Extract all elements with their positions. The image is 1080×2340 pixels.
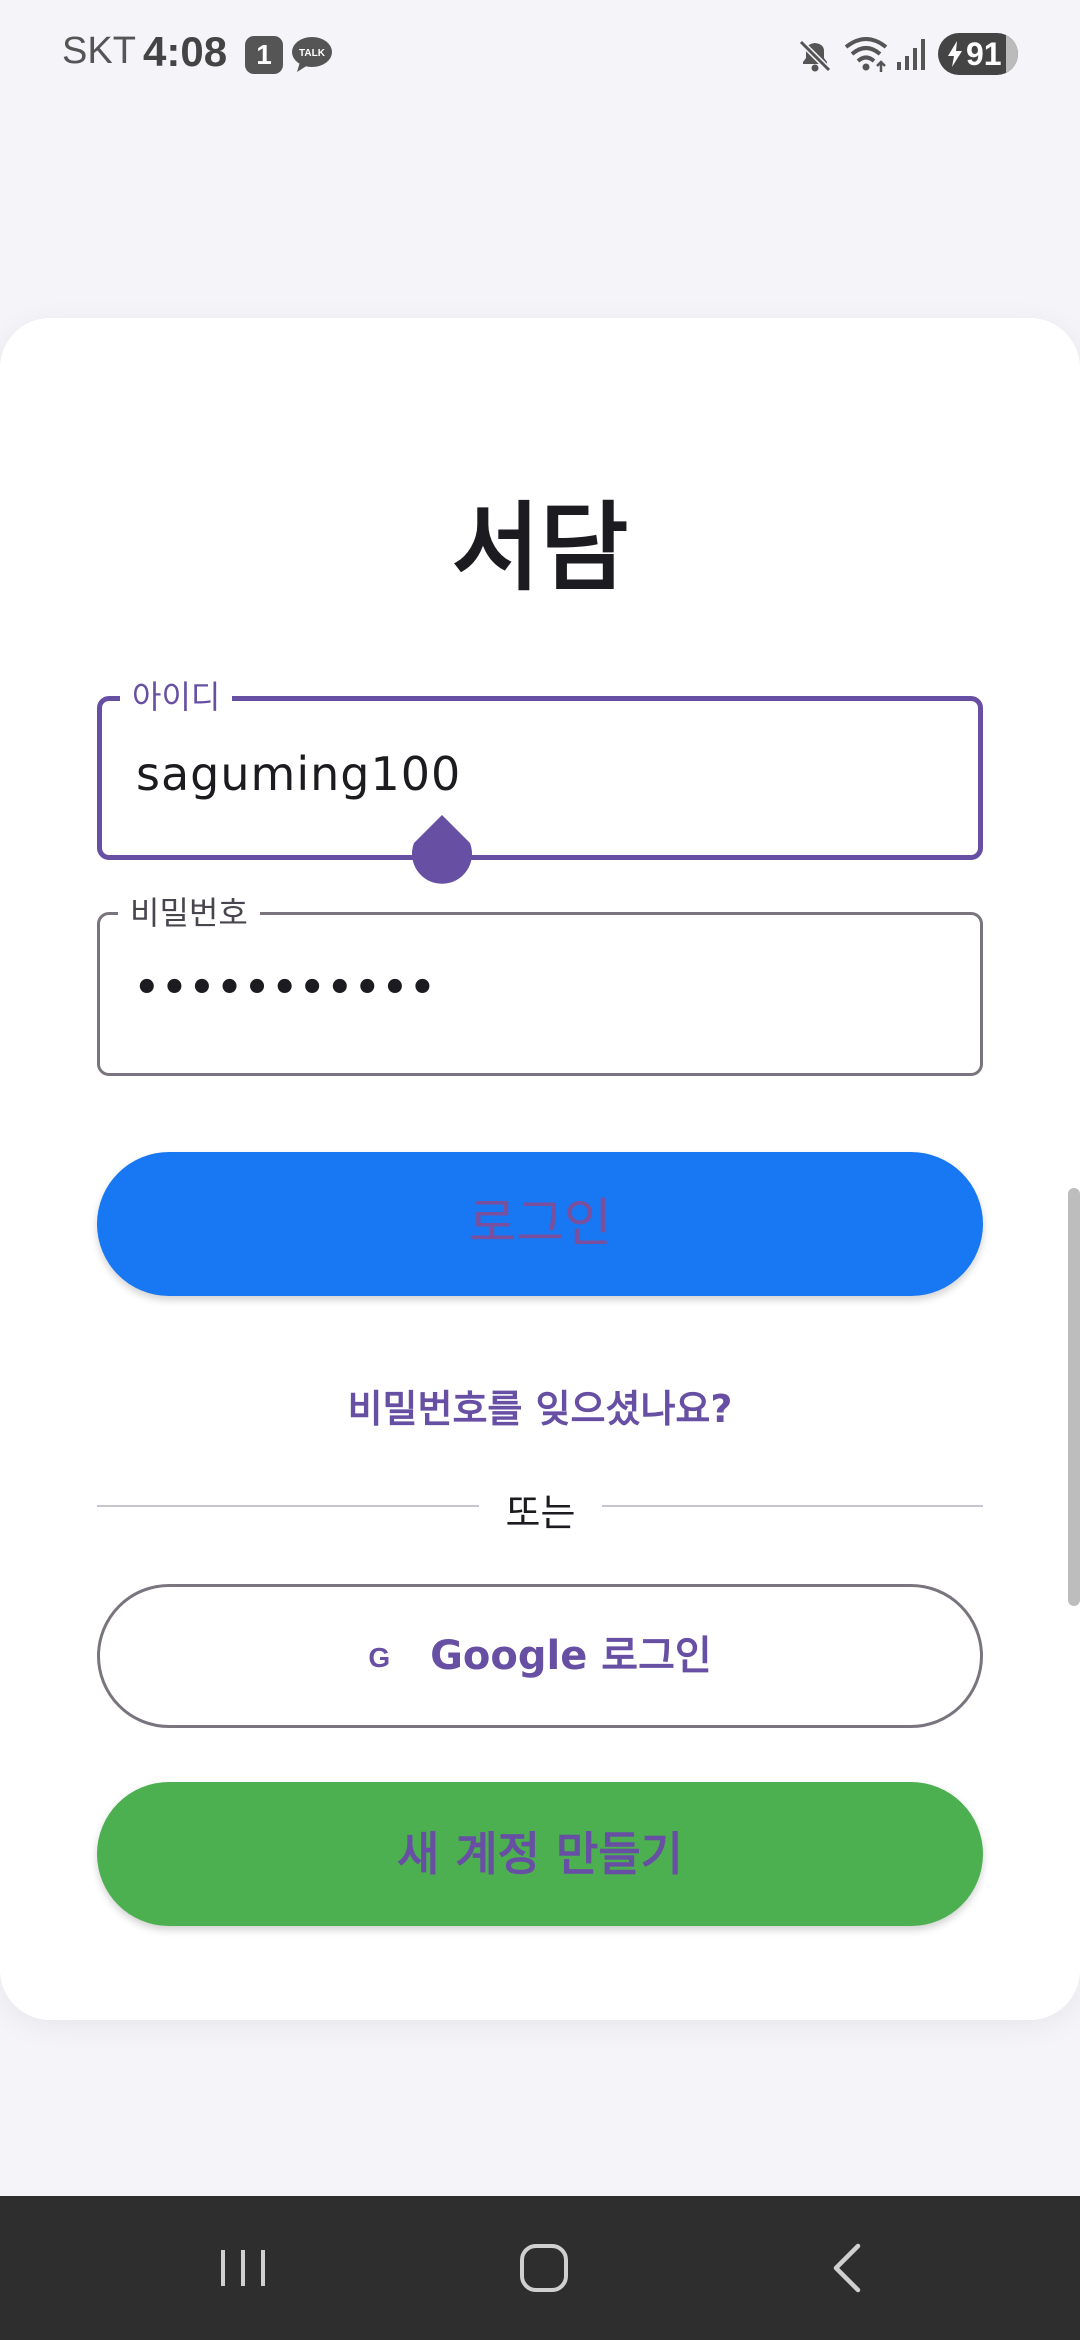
app-title: 서담 (451, 492, 629, 604)
google-login-button[interactable]: G Google 로그인 (97, 1584, 983, 1728)
create-account-button[interactable]: 새 계정 만들기 (97, 1782, 983, 1926)
id-field[interactable]: 아이디 saguming100 (97, 677, 983, 860)
password-field[interactable]: 비밀번호 ••••••••••• (97, 893, 983, 1076)
mute-icon (798, 39, 832, 73)
divider-or-text: 또는 (505, 1491, 576, 1535)
id-field-label: 아이디 (120, 677, 233, 717)
status-bar: SKT 4:08 1 TALK 91 (0, 0, 1080, 110)
password-field-label: 비밀번호 (118, 893, 260, 933)
kakaotalk-icon: TALK (292, 37, 332, 72)
google-icon: G (368, 1642, 391, 1673)
signal-icon (897, 39, 925, 70)
wifi-icon (844, 37, 888, 72)
battery-charging-icon (948, 41, 962, 67)
battery-empty-segment (1006, 33, 1018, 75)
login-screen: SKT 4:08 1 TALK 91 서담 아이디 saguming100 비밀… (0, 0, 1080, 2340)
text-cursor-handle[interactable] (410, 815, 474, 893)
status-time: 4:08 (143, 28, 228, 75)
id-input[interactable]: saguming100 (136, 747, 461, 801)
battery-indicator: 91 (938, 33, 1018, 75)
scrollbar[interactable] (1068, 1188, 1080, 1606)
recents-icon[interactable] (211, 2236, 275, 2300)
forgot-password-link[interactable]: 비밀번호를 잊으셨나요? (0, 1378, 1080, 1433)
battery-level: 91 (966, 36, 1002, 72)
password-input[interactable]: ••••••••••• (134, 965, 437, 1011)
divider-right (602, 1505, 983, 1507)
talk-icon-label: TALK (299, 48, 326, 59)
back-icon[interactable] (816, 2236, 880, 2300)
carrier-label: SKT (62, 30, 136, 72)
home-icon[interactable] (512, 2236, 576, 2300)
navigation-bar (0, 2196, 1080, 2340)
login-button[interactable]: 로그인 (97, 1152, 983, 1296)
notification-count-badge: 1 (245, 36, 283, 74)
google-login-label: Google 로그인 (430, 1633, 712, 1679)
divider-left (97, 1505, 479, 1507)
